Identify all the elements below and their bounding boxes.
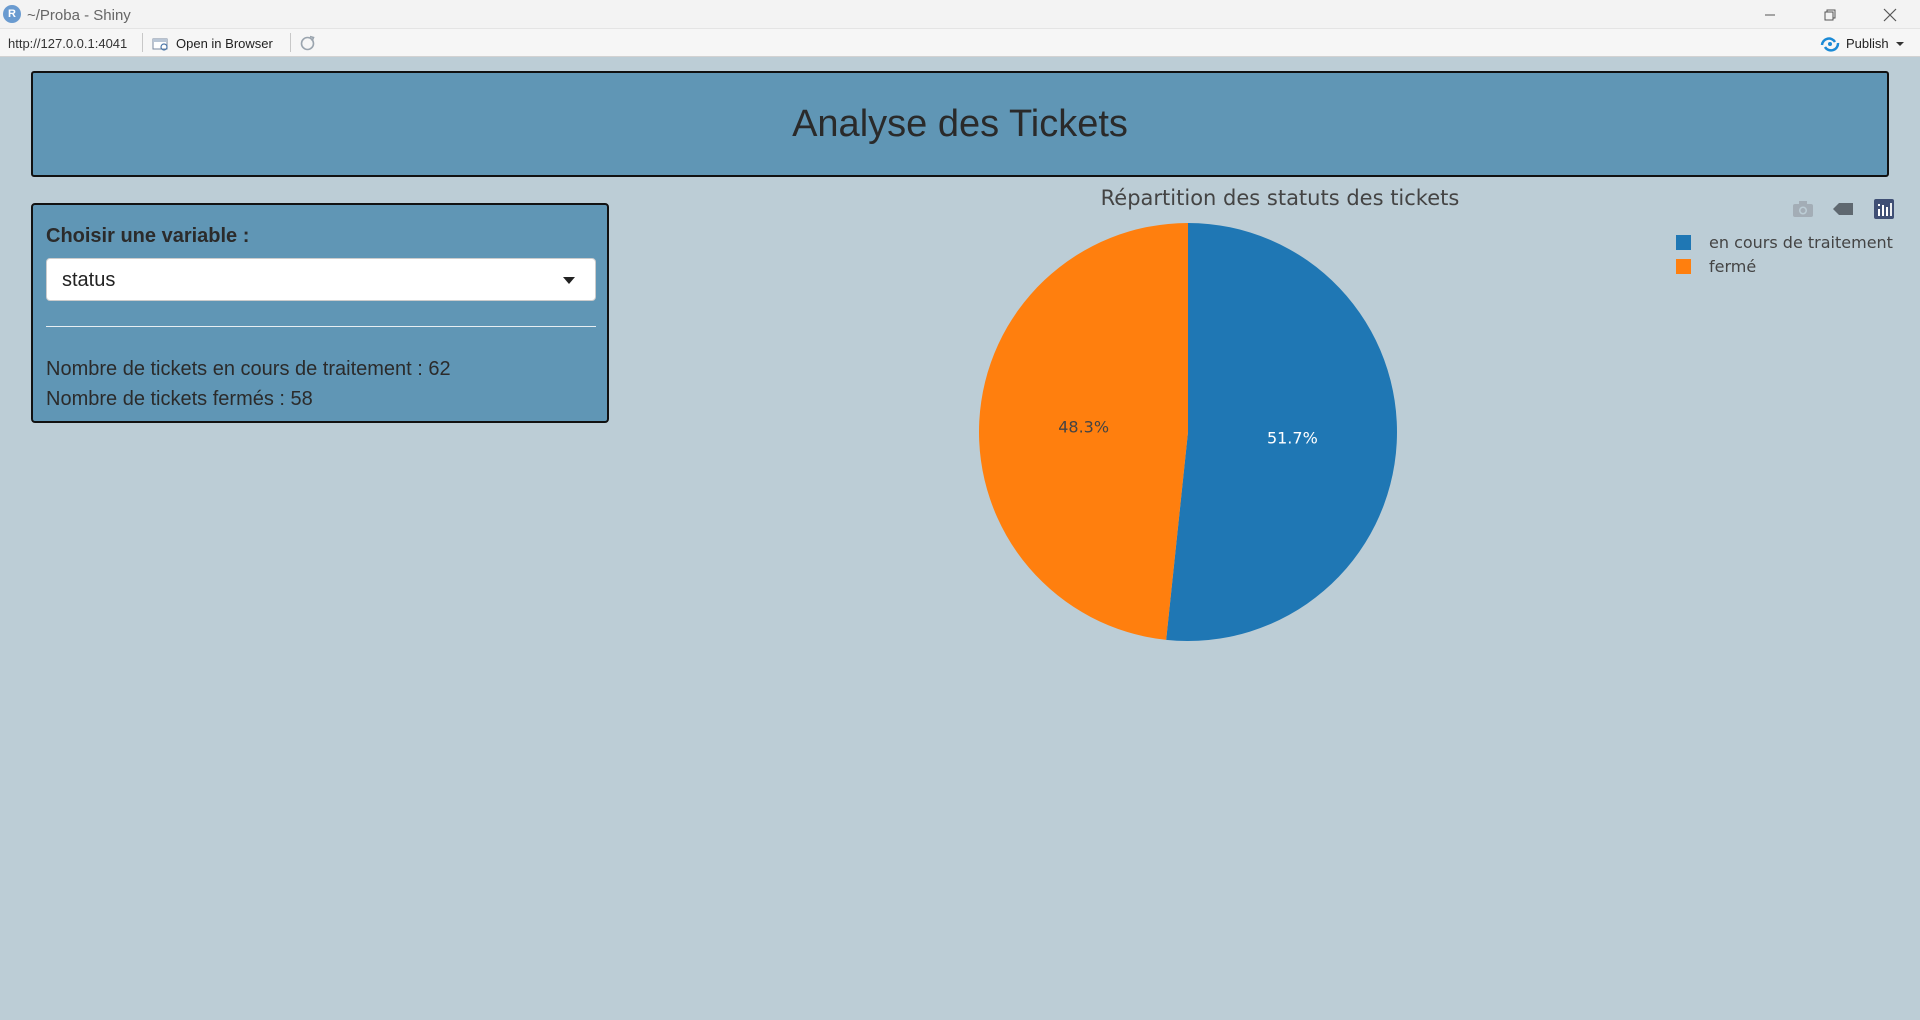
publish-label: Publish: [1846, 36, 1889, 51]
r-app-icon: R: [3, 5, 21, 23]
viewer-toolbar: http://127.0.0.1:4041 Open in Browser Pu…: [0, 29, 1920, 57]
legend-item[interactable]: fermé: [1676, 254, 1893, 278]
minimize-icon: [1765, 14, 1775, 15]
slice-percent-label: 48.3%: [1058, 418, 1109, 437]
plotly-logo-icon: [1874, 199, 1894, 219]
refresh-icon: [300, 35, 315, 51]
variable-select[interactable]: status: [46, 258, 596, 301]
legend-swatch: [1676, 234, 1691, 250]
legend-swatch: [1676, 258, 1691, 274]
page-title: Analyse des Tickets: [792, 102, 1128, 145]
chart-legend: en cours de traitement fermé: [1676, 230, 1893, 278]
refresh-button[interactable]: [298, 34, 317, 53]
publish-button[interactable]: Publish: [1820, 34, 1905, 53]
restore-button[interactable]: [1800, 0, 1860, 29]
download-plot-button[interactable]: [1790, 196, 1816, 222]
window-titlebar: R ~/Proba - Shiny: [0, 0, 1920, 29]
pie-chart: 51.7% 48.3%: [979, 223, 1397, 641]
publish-icon: [1820, 36, 1840, 52]
variable-select-label: Choisir une variable :: [46, 225, 250, 247]
divider: [46, 326, 596, 327]
browser-window-icon: [152, 38, 168, 51]
toolbar-divider: [290, 33, 291, 52]
ticket-counts: Nombre de tickets en cours de traitement…: [46, 354, 594, 414]
count-open-text: Nombre de tickets en cours de traitement…: [46, 358, 451, 380]
variable-select-value: status: [62, 269, 116, 291]
sidebar-panel: Choisir une variable : status Nombre de …: [31, 203, 609, 423]
caret-down-icon: [563, 277, 575, 284]
restore-icon: [1824, 9, 1836, 20]
tag-icon: [1833, 203, 1853, 215]
legend-label: en cours de traitement: [1709, 232, 1893, 252]
legend-item[interactable]: en cours de traitement: [1676, 230, 1893, 254]
count-closed-text: Nombre de tickets fermés : 58: [46, 388, 313, 410]
open-in-browser-button[interactable]: Open in Browser: [152, 34, 273, 53]
close-icon: [1883, 8, 1897, 21]
hover-toggle-button[interactable]: [1830, 196, 1856, 222]
close-button[interactable]: [1860, 0, 1920, 29]
slice-percent-label: 51.7%: [1267, 428, 1318, 447]
legend-label: fermé: [1709, 256, 1757, 276]
minimize-button[interactable]: [1740, 0, 1800, 29]
pie-plot: Répartition des statuts des tickets 51.7…: [640, 182, 1900, 682]
window-title: ~/Proba - Shiny: [27, 7, 131, 24]
url-text: http://127.0.0.1:4041: [8, 36, 128, 51]
plotly-logo-button[interactable]: [1871, 196, 1897, 222]
open-in-browser-label: Open in Browser: [176, 36, 273, 51]
chevron-down-icon: [1895, 41, 1904, 46]
toolbar-divider: [142, 33, 143, 52]
camera-icon: [1793, 201, 1813, 217]
title-panel: Analyse des Tickets: [31, 71, 1889, 177]
